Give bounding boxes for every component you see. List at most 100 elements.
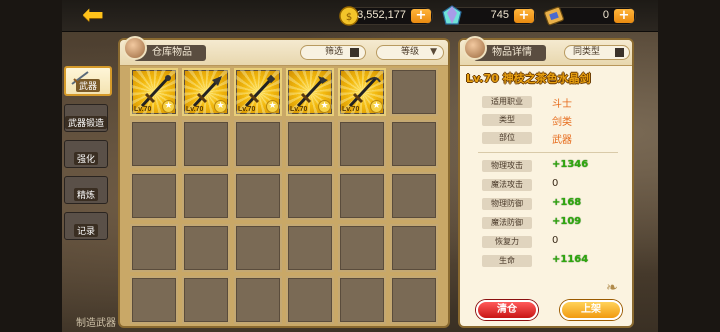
empty-slot[interactable] <box>130 172 178 220</box>
stat-label: 魔法防御 <box>482 217 532 229</box>
item-level: Lv.70 <box>290 106 308 113</box>
sort-label: 等级 <box>401 47 420 57</box>
attribute-value: 武器 <box>552 135 572 146</box>
item-slot[interactable]: Lv.70 ★ <box>286 68 334 116</box>
star-icon: ★ <box>370 100 383 113</box>
empty-slot[interactable] <box>234 172 282 220</box>
attribute-label: 部位 <box>482 132 532 144</box>
star-icon: ★ <box>318 100 331 113</box>
empty-slot[interactable] <box>130 276 178 324</box>
empty-slot[interactable] <box>390 68 438 116</box>
stat-value: 0 <box>552 178 559 189</box>
empty-slot[interactable] <box>234 276 282 324</box>
star-icon: ★ <box>266 100 279 113</box>
empty-slot[interactable] <box>286 224 334 272</box>
detail-avatar <box>463 36 487 60</box>
empty-slot[interactable] <box>390 276 438 324</box>
stat-label: 物理防御 <box>482 198 532 210</box>
stat-value: +109 <box>552 216 582 227</box>
filter-checkbox[interactable] <box>350 48 359 57</box>
tab-record[interactable]: 记录 <box>64 212 108 240</box>
item-level: Lv.70 <box>342 106 360 113</box>
stat-label: 恢复力 <box>482 236 532 248</box>
gem-icon <box>442 5 462 25</box>
stat-value: +1346 <box>552 159 589 170</box>
storage-header: 仓库物品 筛选 等级 ▼ <box>120 36 448 66</box>
add-gem-button[interactable]: + <box>514 9 534 23</box>
stat-label: 物理攻击 <box>482 160 532 172</box>
storage-panel: 仓库物品 筛选 等级 ▼ Lv.70 ★ Lv.70 ★ Lv.70 ★ Lv.… <box>118 36 450 328</box>
item-slot[interactable]: Lv.70 ★ <box>130 68 178 116</box>
empty-slot[interactable] <box>338 224 386 272</box>
tab-refine[interactable]: 精炼 <box>64 176 108 204</box>
tab-record-label: 记录 <box>73 224 98 237</box>
stat-label: 魔法攻击 <box>482 179 532 191</box>
divider <box>478 152 618 153</box>
filter-button[interactable]: 筛选 <box>300 45 366 60</box>
empty-slot[interactable] <box>182 120 230 168</box>
sort-dropdown[interactable]: 等级 ▼ <box>376 45 444 60</box>
item-level: Lv.70 <box>134 106 152 113</box>
tab-enhance-label: 强化 <box>73 152 98 165</box>
empty-slot[interactable] <box>182 224 230 272</box>
empty-slot[interactable] <box>390 224 438 272</box>
empty-slot[interactable] <box>286 120 334 168</box>
item-name: Lv.70 神枝之茶色水晶剑 <box>466 72 591 85</box>
stat-value: +1164 <box>552 254 589 265</box>
attribute-label: 类型 <box>482 114 532 126</box>
gold-value: 3,552,177 <box>357 9 406 21</box>
list-item-button[interactable]: 上架 <box>560 300 622 320</box>
chevron-down-icon: ▼ <box>430 47 437 57</box>
stat-label: 生命 <box>482 255 532 267</box>
empty-slot[interactable] <box>234 120 282 168</box>
tab-enhance[interactable]: 强化 <box>64 140 108 168</box>
empty-slot[interactable] <box>338 120 386 168</box>
compare-checkbox[interactable] <box>615 48 624 57</box>
ticket-counter: 0 + <box>544 6 636 26</box>
tab-weapon[interactable]: 武器 <box>64 66 112 96</box>
left-letterbox <box>0 0 62 332</box>
stat-value: 0 <box>552 235 559 246</box>
filter-label: 筛选 <box>325 47 344 57</box>
item-detail-panel: 物品详情 同类型 Lv.70 神枝之茶色水晶剑 适用职业 斗士 类型 剑类 部位… <box>458 36 634 328</box>
empty-slot[interactable] <box>182 172 230 220</box>
empty-slot[interactable] <box>286 276 334 324</box>
ticket-icon <box>544 6 564 26</box>
item-slot[interactable]: Lv.70 ★ <box>182 68 230 116</box>
tab-weapon-forge-label: 武器锻造 <box>65 116 107 129</box>
clear-warehouse-button[interactable]: 清仓 <box>476 300 538 320</box>
empty-slot[interactable] <box>286 172 334 220</box>
empty-slot[interactable] <box>130 224 178 272</box>
back-arrow-icon[interactable]: ⬅ <box>80 2 106 28</box>
item-slot[interactable]: Lv.70 ★ <box>338 68 386 116</box>
right-letterbox <box>658 0 720 332</box>
compare-same-type-button[interactable]: 同类型 <box>564 45 630 60</box>
empty-slot[interactable] <box>390 172 438 220</box>
storage-avatar <box>123 36 147 60</box>
add-gold-button[interactable]: + <box>411 9 431 23</box>
empty-slot[interactable] <box>182 276 230 324</box>
craft-weapon-label[interactable]: 制造武器 <box>76 314 116 329</box>
empty-slot[interactable] <box>338 172 386 220</box>
item-level: Lv.70 <box>186 106 204 113</box>
ticket-value: 0 <box>602 9 609 21</box>
detail-header: 物品详情 同类型 <box>460 36 632 66</box>
item-slot[interactable]: Lv.70 ★ <box>234 68 282 116</box>
empty-slot[interactable] <box>130 120 178 168</box>
tab-weapon-forge[interactable]: 武器锻造 <box>64 104 108 132</box>
empty-slot[interactable] <box>338 276 386 324</box>
compare-label: 同类型 <box>573 47 601 57</box>
attribute-label: 适用职业 <box>482 96 532 108</box>
svg-text:$: $ <box>346 12 352 23</box>
empty-slot[interactable] <box>234 224 282 272</box>
gold-counter: $ 3,552,177 + <box>339 6 433 26</box>
storage-grid: Lv.70 ★ Lv.70 ★ Lv.70 ★ Lv.70 ★ Lv.70 ★ <box>130 68 438 324</box>
item-level: Lv.70 <box>238 106 256 113</box>
empty-slot[interactable] <box>390 120 438 168</box>
sword-icon <box>71 71 89 85</box>
star-icon: ★ <box>162 100 175 113</box>
add-ticket-button[interactable]: + <box>614 9 634 23</box>
tab-refine-label: 精炼 <box>73 188 98 201</box>
attribute-value: 剑类 <box>552 117 572 128</box>
gem-counter: 745 + <box>442 5 536 25</box>
